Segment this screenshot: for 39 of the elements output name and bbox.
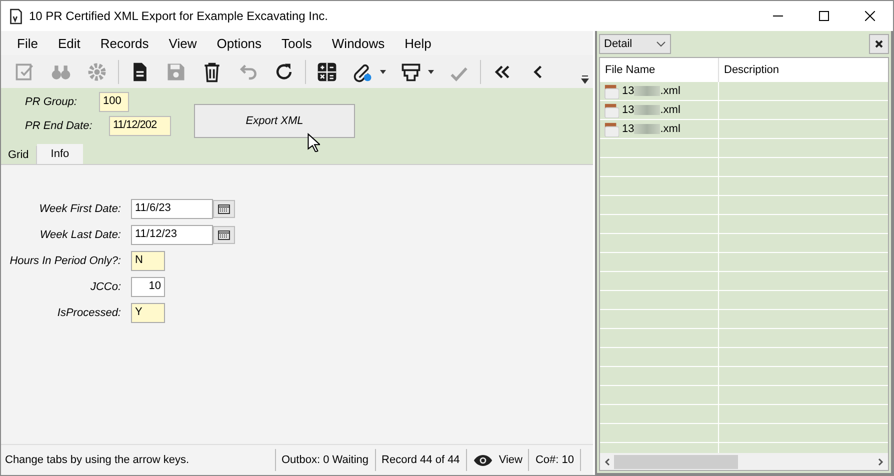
- menu-item[interactable]: Tools: [272, 36, 322, 50]
- column-header[interactable]: File Name: [600, 58, 719, 82]
- column-header[interactable]: Description: [719, 58, 888, 82]
- status-message: Change tabs by using the arrow keys.: [4, 454, 190, 466]
- input-field[interactable]: 10: [131, 277, 165, 297]
- outbox-status: Outbox: 0 Waiting: [274, 449, 375, 471]
- menu-item[interactable]: File: [7, 36, 48, 50]
- file-name-start: 13: [622, 123, 634, 135]
- file-name-start: 13: [622, 85, 634, 97]
- file-extension: .xml: [660, 104, 680, 116]
- input-field[interactable]: 11/6/23: [131, 199, 213, 219]
- menu-item[interactable]: View: [158, 36, 207, 50]
- field-label: Week Last Date:: [38, 229, 121, 241]
- field-label: Hours In Period Only?:: [8, 255, 121, 267]
- field-label: PR End Date:: [24, 120, 94, 132]
- menu-item[interactable]: Options: [206, 36, 272, 50]
- menu-item[interactable]: Help: [394, 36, 442, 50]
- file-extension: .xml: [660, 123, 680, 135]
- field-label: PR Group:: [24, 96, 78, 108]
- field-label: IsProcessed:: [56, 307, 121, 319]
- tab[interactable]: Info: [36, 144, 84, 164]
- input-field[interactable]: N: [131, 251, 165, 271]
- file-name-start: 13: [622, 104, 634, 116]
- field-label: JCCo:: [89, 281, 121, 293]
- menu-item[interactable]: Windows: [322, 36, 395, 50]
- field-label: Week First Date:: [38, 203, 121, 215]
- view-dropdown[interactable]: Detail: [599, 34, 671, 54]
- input-field[interactable]: 11/12/202: [109, 116, 171, 136]
- input-field[interactable]: 100: [99, 92, 129, 112]
- file-extension: .xml: [660, 85, 680, 97]
- menu-item[interactable]: Records: [90, 36, 159, 50]
- export-button[interactable]: Export XML: [194, 104, 355, 138]
- company-number: Co#: 10: [528, 449, 581, 471]
- menu-item[interactable]: Edit: [48, 36, 90, 50]
- mode-label: View: [498, 454, 522, 466]
- input-field[interactable]: Y: [131, 303, 165, 323]
- input-field[interactable]: 11/12/23: [131, 225, 213, 245]
- record-counter: Record 44 of 44: [374, 449, 466, 471]
- window-title: 10 PR Certified XML Export for Example Excavating Inc.: [29, 9, 328, 23]
